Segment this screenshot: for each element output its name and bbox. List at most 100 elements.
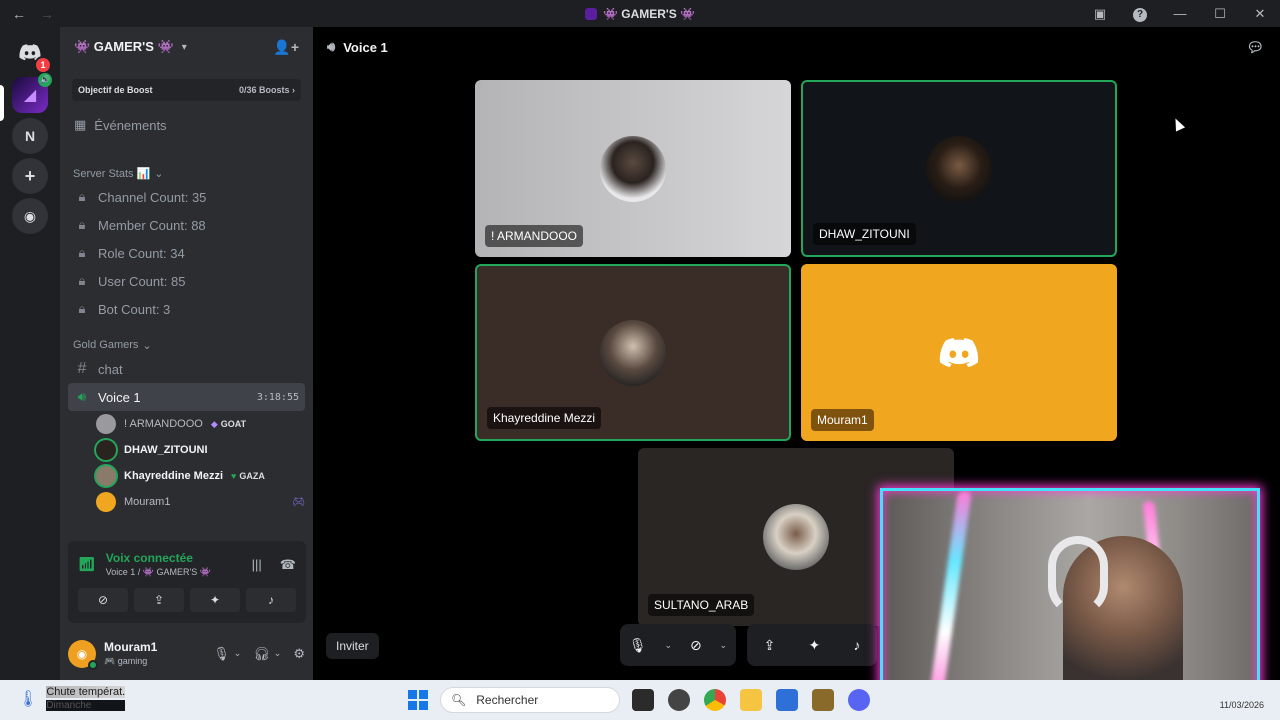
chevron-down-icon[interactable]: ⌄ [665, 640, 673, 651]
disconnect-icon[interactable]: ☎ [280, 557, 296, 573]
chrome-icon[interactable] [704, 689, 726, 711]
app-icon[interactable] [668, 689, 690, 711]
boost-label: Objectif de Boost [78, 85, 153, 95]
media-controls: 🎙︎ ⌄ ⊘ ⌄ [620, 624, 736, 666]
channel-stat-3[interactable]: 🔒︎ User Count: 85 [68, 267, 305, 295]
help-icon[interactable]: ? [1120, 5, 1160, 22]
avatar [96, 414, 116, 434]
screen-share-button[interactable]: ⇪ [134, 588, 184, 612]
chevron-down-icon[interactable]: ⌄ [274, 648, 282, 659]
participant-name: Khayreddine Mezzi [487, 407, 602, 429]
back-arrow-icon[interactable]: ← [12, 6, 26, 22]
microphone-icon[interactable]: 🎙︎ [213, 646, 230, 662]
game-launcher-icon[interactable] [812, 689, 834, 711]
voice-user-armandooo[interactable]: ! ARMANDOOO ◆ GOAT [96, 411, 305, 437]
title-bar: ← → 👾 GAMER'S 👾 ▣ ? — ☐ ✕ [0, 0, 1280, 27]
participant-tile[interactable]: Khayreddine Mezzi [475, 264, 791, 441]
minimize-button[interactable]: — [1160, 6, 1200, 21]
category-label: Server Stats 📊 [73, 167, 151, 180]
settings-gear-icon[interactable]: ⚙ [293, 646, 305, 662]
participant-tile[interactable]: Mouram1 [801, 264, 1117, 441]
discover-button[interactable]: ◉ [12, 198, 48, 234]
weather-sub: Dimanche [46, 700, 126, 711]
headphones-icon[interactable]: 🎧︎ [253, 646, 270, 662]
user-avatar[interactable]: ◉ [68, 639, 98, 670]
lock-icon: 🔒︎ [78, 189, 86, 204]
boost-goal-bar[interactable]: Objectif de Boost 0/36 Boosts › [72, 79, 301, 101]
maximize-button[interactable]: ☐ [1200, 6, 1240, 22]
activities-icon[interactable]: ✦ [808, 637, 820, 654]
events-link[interactable]: ▦ Événements [60, 115, 313, 135]
participant-avatar [763, 504, 829, 570]
taskbar-search[interactable]: 🔍︎ Rechercher [440, 687, 620, 713]
app-icon [584, 7, 597, 20]
role-tag: ◆ GOAT [210, 418, 247, 430]
noise-suppression-icon[interactable]: ||| [252, 557, 262, 573]
weather-widget[interactable]: 🌡︎ Chute températ. Dimanche [18, 686, 126, 711]
category-label: Gold Gamers [73, 339, 139, 351]
screen-share-icon[interactable]: ⇪ [764, 637, 776, 654]
lock-icon: 🔒︎ [78, 273, 86, 288]
search-placeholder: Rechercher [476, 693, 539, 707]
invite-button[interactable]: Inviter [326, 633, 379, 659]
voice-status[interactable]: Voix connectée [106, 551, 211, 565]
invite-people-icon[interactable]: 👤+ [273, 39, 299, 56]
participant-tile[interactable]: ! ARMANDOOO [475, 80, 791, 257]
channel-stat-4[interactable]: 🔒︎ Bot Count: 3 [68, 295, 305, 323]
voice-user-khayreddine[interactable]: Khayreddine Mezzi ♥ GAZA [96, 463, 305, 489]
start-button[interactable] [408, 690, 428, 710]
task-view-icon[interactable] [632, 689, 654, 711]
microphone-icon[interactable]: 🎙︎ [629, 637, 647, 654]
voice-user-dhaw[interactable]: DHAW_ZITOUNI [96, 437, 305, 463]
chevron-down-icon[interactable]: ⌄ [720, 640, 728, 651]
chevron-down-icon: ▾ [181, 41, 187, 53]
category-gold-gamers[interactable]: Gold Gamers ⌄ [60, 337, 313, 353]
store-icon[interactable] [776, 689, 798, 711]
voice-location[interactable]: Voice 1 / 👾 GAMER'S 👾 [106, 567, 211, 578]
discord-home-button[interactable]: 1 [12, 34, 52, 74]
participant-tile[interactable]: DHAW_ZITOUNI [801, 80, 1117, 257]
soundboard-button[interactable]: ♪ [246, 588, 296, 612]
soundboard-icon[interactable]: ♪ [853, 637, 860, 653]
headset-icon [1048, 536, 1108, 616]
window-controls: ▣ ? — ☐ ✕ [1080, 0, 1280, 27]
activities-button[interactable]: ✦ [190, 588, 240, 612]
channel-voice-1[interactable]: 🔊︎ Voice 1 3:18:55 [68, 383, 305, 411]
channel-chat[interactable]: # chat [68, 355, 305, 383]
voice-connected-panel: 📶︎ Voix connectée Voice 1 / 👾 GAMER'S 👾 … [68, 541, 306, 623]
chat-bubble-icon[interactable]: 💬︎ [1246, 39, 1264, 56]
camera-off-icon[interactable]: ⊘ [690, 637, 702, 654]
weather-title: Chute températ. [46, 686, 126, 698]
lock-icon: 🔒︎ [78, 245, 86, 260]
server-header[interactable]: 👾 GAMER'S 👾 ▾ 👤+ [60, 27, 313, 67]
search-icon: 🔍︎ [451, 693, 467, 707]
add-server-button[interactable]: + [12, 158, 48, 194]
voice-user-mouram1[interactable]: Mouram1 🎮︎ [96, 489, 305, 515]
windows-taskbar: 🌡︎ Chute températ. Dimanche 🔍︎ Recherche… [0, 680, 1280, 720]
channel-stat-0[interactable]: 🔒︎ Channel Count: 35 [68, 183, 305, 211]
gamepad-icon: 🎮︎ [292, 496, 305, 508]
close-button[interactable]: ✕ [1240, 6, 1280, 22]
camera-off-button[interactable]: ⊘ [78, 588, 128, 612]
inbox-icon[interactable]: ▣ [1080, 6, 1120, 22]
discord-logo-icon [939, 337, 979, 367]
channel-label: Voice 1 [98, 389, 141, 405]
chevron-down-icon[interactable]: ⌄ [234, 648, 242, 659]
forward-arrow-icon[interactable]: → [40, 6, 54, 22]
speaker-icon: 🔊︎ [77, 389, 87, 404]
server-list: 1 ◢ 🔊 N + ◉ [0, 27, 60, 680]
signal-icon[interactable]: 📶︎ [78, 556, 96, 573]
channel-stat-2[interactable]: 🔒︎ Role Count: 34 [68, 239, 305, 267]
server-icon-n[interactable]: N [12, 118, 48, 154]
server-name: 👾 GAMER'S 👾 [74, 39, 174, 54]
lock-icon: 🔒︎ [78, 217, 86, 232]
category-server-stats[interactable]: Server Stats 📊 ⌄ [60, 165, 313, 181]
server-icon-gamers[interactable]: ◢ 🔊 [12, 73, 52, 113]
discord-taskbar-icon[interactable] [848, 689, 870, 711]
channel-stat-1[interactable]: 🔒︎ Member Count: 88 [68, 211, 305, 239]
file-explorer-icon[interactable] [740, 689, 762, 711]
webcam-overlay [880, 488, 1260, 700]
participant-name: SULTANO_ARAB [648, 594, 755, 616]
channel-label: Role Count: 34 [98, 245, 185, 261]
taskbar-apps [632, 689, 870, 711]
